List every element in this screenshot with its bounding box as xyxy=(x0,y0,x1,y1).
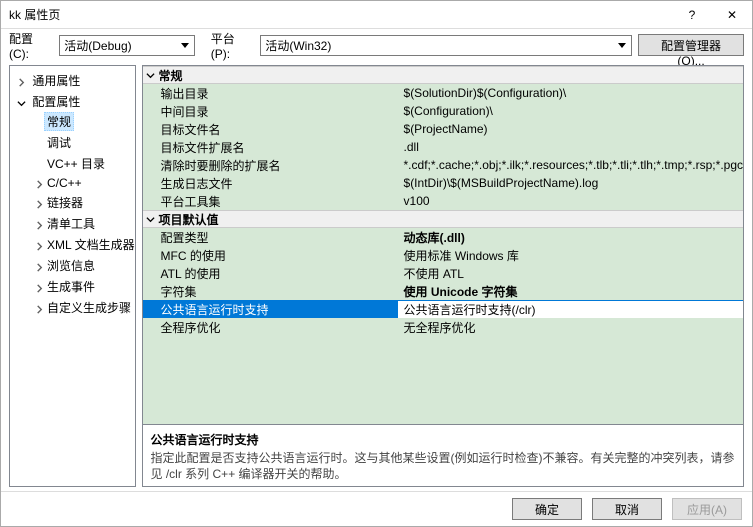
row-target-ext[interactable]: 目标文件扩展名.dll xyxy=(143,138,743,156)
platform-combobox[interactable]: 活动(Win32) xyxy=(260,35,632,56)
row-atl[interactable]: ATL 的使用不使用 ATL xyxy=(143,264,743,282)
config-label: 配置(C): xyxy=(9,30,51,61)
tree-item-common[interactable]: 通用属性 xyxy=(29,71,83,90)
row-charset[interactable]: 字符集使用 Unicode 字符集 xyxy=(143,282,743,300)
tree-item-custombuild[interactable]: 自定义生成步骤 xyxy=(44,298,134,317)
chevron-right-icon[interactable] xyxy=(34,218,44,232)
ok-button[interactable]: 确定 xyxy=(512,498,582,520)
row-config-type[interactable]: 配置类型动态库(.dll) xyxy=(143,228,743,246)
row-target-name[interactable]: 目标文件名$(ProjectName) xyxy=(143,120,743,138)
config-toolbar: 配置(C): 活动(Debug) 平台(P): 活动(Win32) 配置管理器(… xyxy=(1,29,752,61)
chevron-right-icon[interactable] xyxy=(34,281,44,295)
chevron-down-icon[interactable] xyxy=(16,96,26,110)
chevron-right-icon[interactable] xyxy=(34,177,44,191)
tree-item-browse[interactable]: 浏览信息 xyxy=(44,256,98,275)
cancel-button[interactable]: 取消 xyxy=(592,498,662,520)
group-general[interactable]: 常规 xyxy=(143,66,743,84)
group-defaults[interactable]: 项目默认值 xyxy=(143,210,743,228)
row-clean-ext[interactable]: 清除时要删除的扩展名*.cdf;*.cache;*.obj;*.ilk;*.re… xyxy=(143,156,743,174)
tree-item-xmldoc[interactable]: XML 文档生成器 xyxy=(44,235,136,254)
row-clr-support[interactable]: 公共语言运行时支持 公共语言运行时支持(/clr)▾ xyxy=(143,300,743,318)
chevron-right-icon[interactable] xyxy=(34,239,44,253)
row-build-log[interactable]: 生成日志文件$(IntDir)\$(MSBuildProjectName).lo… xyxy=(143,174,743,192)
apply-button[interactable]: 应用(A) xyxy=(672,498,742,520)
titlebar: kk 属性页 ? ✕ xyxy=(1,1,752,29)
tree-item-general[interactable]: 常规 xyxy=(44,112,74,131)
chevron-right-icon[interactable] xyxy=(16,75,26,89)
tree-item-linker[interactable]: 链接器 xyxy=(44,193,86,212)
platform-value: 活动(Win32) xyxy=(265,37,331,54)
collapse-icon[interactable] xyxy=(145,68,157,82)
dialog-footer: 确定 取消 应用(A) xyxy=(1,491,752,525)
nav-tree[interactable]: 通用属性 配置属性 常规 调试 VC++ 目录 C/C++ 链接器 清单工具 X… xyxy=(9,65,136,487)
tree-item-vcdirs[interactable]: VC++ 目录 xyxy=(44,154,108,173)
window-title: kk 属性页 xyxy=(9,6,672,23)
chevron-right-icon[interactable] xyxy=(34,197,44,211)
config-combobox[interactable]: 活动(Debug) xyxy=(59,35,194,56)
description-title: 公共语言运行时支持 xyxy=(151,431,735,448)
row-platform-toolset[interactable]: 平台工具集v100 xyxy=(143,192,743,210)
description-text: 指定此配置是否支持公共语言运行时。这与其他某些设置(例如运行时检查)不兼容。有关… xyxy=(151,450,735,482)
tree-item-ccpp[interactable]: C/C++ xyxy=(44,175,85,191)
description-panel: 公共语言运行时支持 指定此配置是否支持公共语言运行时。这与其他某些设置(例如运行… xyxy=(142,425,744,487)
config-manager-button[interactable]: 配置管理器(O)... xyxy=(638,34,744,56)
tree-item-manifest[interactable]: 清单工具 xyxy=(44,214,98,233)
chevron-right-icon[interactable] xyxy=(34,302,44,316)
tree-item-debug[interactable]: 调试 xyxy=(44,133,74,152)
row-intermediate-dir[interactable]: 中间目录$(Configuration)\ xyxy=(143,102,743,120)
platform-label: 平台(P): xyxy=(211,30,253,61)
row-output-dir[interactable]: 输出目录$(SolutionDir)$(Configuration)\ xyxy=(143,84,743,102)
tree-item-config-props[interactable]: 配置属性 xyxy=(29,92,83,111)
tree-item-buildevents[interactable]: 生成事件 xyxy=(44,277,98,296)
help-button[interactable]: ? xyxy=(672,1,712,29)
collapse-icon[interactable] xyxy=(145,212,157,226)
row-mfc[interactable]: MFC 的使用使用标准 Windows 库 xyxy=(143,246,743,264)
config-value: 活动(Debug) xyxy=(64,37,131,54)
row-whole-program-opt[interactable]: 全程序优化无全程序优化 xyxy=(143,318,743,336)
property-grid[interactable]: 常规 输出目录$(SolutionDir)$(Configuration)\ 中… xyxy=(142,65,744,425)
close-button[interactable]: ✕ xyxy=(712,1,752,29)
chevron-right-icon[interactable] xyxy=(34,260,44,274)
